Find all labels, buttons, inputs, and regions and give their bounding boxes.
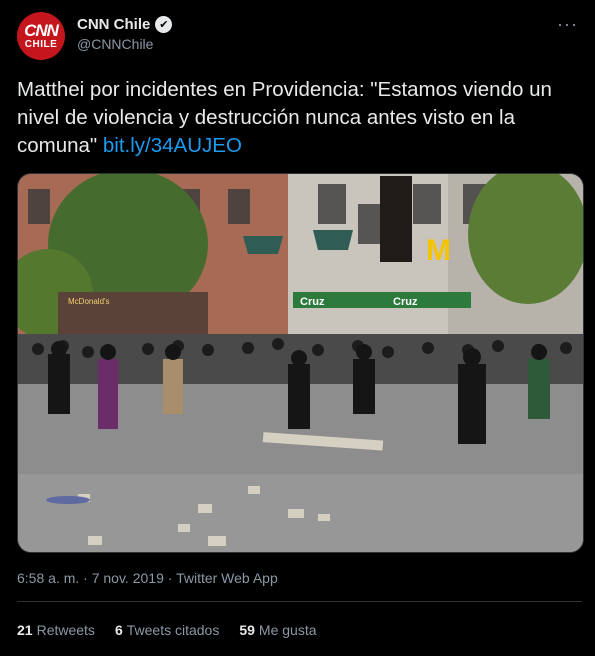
tweet-text: Matthei por incidentes en Providencia: "… [17,76,587,160]
retweets-label: Retweets [36,622,95,638]
avatar-logo-text: CNN [24,21,59,40]
tweet-link[interactable]: bit.ly/34AUJEO [103,134,242,157]
likes-label: Me gusta [258,622,317,638]
account-handle[interactable]: @CNNChile [77,36,172,52]
meta-separator: · [83,570,88,586]
tweet-header: CNN CHILE CNN Chile ✔ @CNNChile ··· [17,12,582,62]
tweet-body: Matthei por incidentes en Providencia: "… [17,78,552,157]
retweets-count: 21 [17,622,33,638]
display-name[interactable]: CNN Chile [77,16,150,33]
divider [17,601,582,602]
tweet-photo[interactable]: M Cruz Cruz McDonald's [17,173,584,553]
quotes-label: Tweets citados [126,622,220,638]
account-names: CNN Chile ✔ @CNNChile [77,16,173,52]
more-options-icon[interactable]: ··· [557,14,578,35]
cruz-verde-sign-left: Cruz [300,296,325,308]
quotes-stat[interactable]: 6 Tweets citados [115,622,219,638]
avatar-logo-subtext: CHILE [24,39,58,50]
tweet-stats: 21 Retweets 6 Tweets citados 59 Me gusta [17,622,317,638]
photo-scene: M Cruz Cruz McDonald's [18,174,583,552]
display-name-row[interactable]: CNN Chile ✔ [77,16,173,33]
likes-count: 59 [239,622,255,638]
likes-stat[interactable]: 59 Me gusta [239,622,316,638]
svg-text:M: M [426,234,451,267]
tweet-date[interactable]: 7 nov. 2019 [92,570,164,586]
meta-separator: · [167,570,173,586]
tweet-time[interactable]: 6:58 a. m. [17,570,79,586]
cruz-verde-sign-right: Cruz [393,296,418,308]
retweets-stat[interactable]: 21 Retweets [17,622,95,638]
quotes-count: 6 [114,622,123,638]
avatar[interactable]: CNN CHILE [17,12,65,60]
mcdonalds-sign: McDonald's [68,297,110,306]
tweet-meta: 6:58 a. m. · 7 nov. 2019 · Twitter Web A… [17,570,278,586]
verified-icon: ✔ [155,16,173,33]
tweet-source[interactable]: Twitter Web App [176,570,278,586]
